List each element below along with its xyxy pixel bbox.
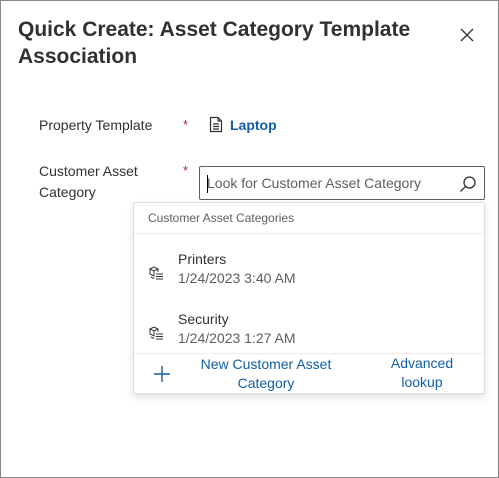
result-item-name: Security [178, 311, 229, 327]
customer-asset-category-label-line2: Category [39, 184, 96, 200]
dialog-title: Quick Create: Asset Category Template As… [18, 18, 411, 68]
asset-category-icon [148, 266, 163, 280]
results-header: Customer Asset Categories [134, 203, 484, 234]
search-button[interactable] [457, 173, 479, 195]
results-footer: New Customer Asset Category Advanced loo… [134, 353, 484, 394]
customer-asset-category-label: Customer Asset Category [39, 161, 138, 203]
plus-icon [154, 366, 170, 382]
lookup-results-flyout: Customer Asset Categories Printers 1/24/… [133, 202, 485, 394]
required-marker: * [183, 163, 189, 178]
property-template-link[interactable]: Laptop [230, 117, 277, 133]
result-item-printers[interactable]: Printers 1/24/2023 3:40 AM [134, 245, 484, 303]
customer-asset-category-search-input[interactable] [207, 168, 455, 198]
new-customer-asset-category-button[interactable]: New Customer Asset Category [152, 354, 332, 394]
document-icon [209, 116, 223, 133]
customer-asset-category-label-line1: Customer Asset [39, 163, 138, 179]
result-item-date: 1/24/2023 3:40 AM [178, 270, 296, 286]
result-item-name: Printers [178, 251, 227, 267]
close-button[interactable] [455, 23, 479, 47]
result-item-date: 1/24/2023 1:27 AM [178, 330, 296, 346]
asset-category-icon [148, 326, 163, 340]
property-template-value: Laptop [209, 116, 277, 133]
advanced-lookup-button[interactable]: Advanced lookup [380, 354, 464, 394]
customer-asset-category-lookup[interactable] [199, 166, 485, 200]
required-marker: * [183, 117, 189, 132]
text-cursor [207, 175, 208, 193]
property-template-label: Property Template [39, 117, 153, 133]
search-icon [460, 176, 476, 192]
new-customer-asset-category-label: New Customer Asset Category [200, 356, 332, 391]
close-icon [460, 28, 474, 42]
quick-create-dialog: Quick Create: Asset Category Template As… [0, 0, 499, 478]
